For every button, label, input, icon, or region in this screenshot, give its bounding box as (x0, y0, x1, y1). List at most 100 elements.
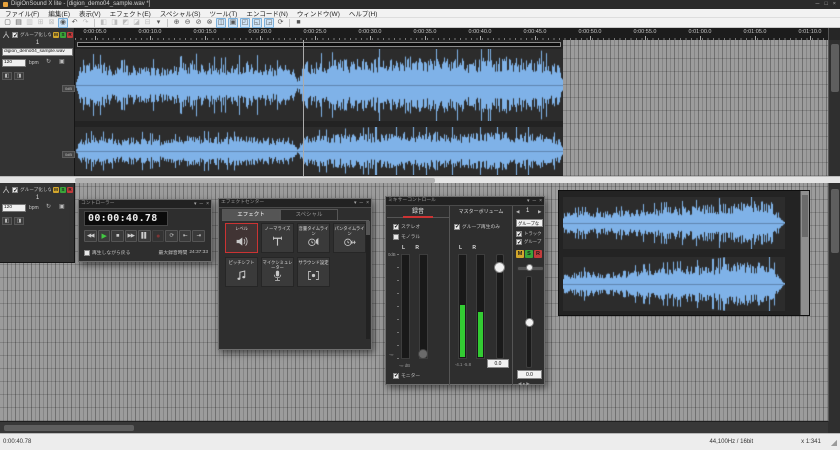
menu-item[interactable]: 表示(V) (79, 8, 101, 18)
group-play-checkbox[interactable] (454, 224, 460, 230)
bpm-detect-icon[interactable]: ▣ (59, 58, 65, 65)
follow-playback-checkbox[interactable] (84, 250, 90, 256)
channel-link-icon[interactable]: ◨ (14, 217, 24, 225)
horizontal-scrollbar-top[interactable] (0, 176, 840, 183)
record-arm-button[interactable]: R (534, 250, 542, 258)
menu-item[interactable]: ウィンドウ(W) (297, 8, 340, 18)
close-file-icon[interactable]: ⊠ (47, 18, 56, 27)
trim-icon[interactable]: ⊟ (143, 18, 152, 27)
bpm-detect-icon[interactable]: ▣ (59, 203, 65, 210)
stereo-checkbox[interactable] (393, 224, 399, 230)
panel-pin-icon[interactable]: ▾ (194, 200, 197, 208)
tool-menu-icon[interactable]: ▾ (154, 18, 163, 27)
bpm-refresh-icon[interactable]: ↻ (46, 58, 51, 65)
scrollbar-thumb[interactable] (366, 221, 370, 235)
effects-scrollbar[interactable] (366, 221, 370, 339)
selection-range-bar[interactable] (77, 42, 561, 47)
monitor-icon[interactable]: ■ (294, 18, 303, 27)
zoom-out-icon[interactable]: ⊖ (183, 18, 192, 27)
panel-close-icon[interactable]: × (366, 199, 369, 207)
mute-button[interactable]: M (53, 32, 59, 38)
record-level-knob[interactable] (418, 349, 428, 359)
solo-button[interactable]: S (60, 187, 66, 193)
track-tree-icon[interactable] (2, 186, 10, 194)
track1-vertical-scrollbar[interactable] (828, 40, 840, 176)
view-wave-icon[interactable]: ◫ (216, 18, 226, 28)
record-arm-button[interactable]: R (67, 32, 73, 38)
menu-item[interactable]: ファイル(F) (5, 8, 39, 18)
zoom-in-icon[interactable]: ⊕ (172, 18, 181, 27)
tab-special[interactable]: スペシャル (280, 209, 338, 220)
loop-button[interactable]: ⟳ (165, 230, 178, 242)
solo-button[interactable]: S (525, 250, 533, 258)
track1-right-waveform[interactable] (75, 127, 563, 175)
next-track-icon[interactable]: ▶ (538, 209, 541, 215)
strip-gain-field[interactable]: 0.0 (517, 370, 542, 379)
view-level-icon[interactable]: ▣ (228, 18, 238, 28)
redo-icon[interactable]: ↷ (81, 18, 90, 27)
go-start-button[interactable]: ⇤ (179, 230, 192, 242)
scrollbar-thumb[interactable] (831, 44, 839, 92)
strip-fader-knob[interactable] (525, 318, 534, 327)
effect-clockpan-button[interactable]: パンタイムライン (333, 223, 366, 253)
view-grid-icon[interactable]: ◲ (264, 18, 274, 28)
effect-clockvol-button[interactable]: 音量タイムライン (297, 223, 330, 253)
tab-effects[interactable]: エフェクト (222, 209, 280, 220)
track-view-checkbox[interactable] (516, 231, 522, 237)
track2-left-waveform[interactable] (563, 197, 785, 249)
bpm-field[interactable]: 120 (2, 59, 26, 67)
track2-scroll-strip[interactable] (800, 191, 809, 315)
transport-titlebar[interactable]: コントローラー ▾─× (79, 200, 211, 209)
view-pan-icon[interactable]: ◰ (240, 18, 250, 28)
scrollbar-thumb[interactable] (4, 425, 134, 431)
track-filename-field[interactable]: digion_demo04_sample.wav (2, 48, 73, 56)
menu-item[interactable]: スペシャル(S) (160, 8, 201, 18)
panel-close-icon[interactable]: × (206, 200, 209, 208)
effect-brackets-button[interactable]: サラウンド設定 (297, 257, 330, 287)
resize-grip[interactable]: ◢ (831, 438, 837, 447)
copy-icon[interactable]: ◨ (110, 18, 119, 27)
mono-checkbox[interactable] (393, 234, 399, 240)
group-preset-dropdown[interactable]: グループなし (516, 219, 543, 227)
prev-track-icon[interactable]: ◀ (516, 209, 519, 215)
save-icon[interactable]: ▥ (25, 18, 34, 27)
effects-titlebar[interactable]: エフェクトセンター ▾─× (219, 199, 371, 208)
rewind-button[interactable]: ◀◀ (84, 230, 97, 242)
undo-icon[interactable]: ↶ (70, 18, 79, 27)
panel-minimize-icon[interactable]: ─ (200, 200, 204, 208)
bpm-refresh-icon[interactable]: ↻ (46, 203, 51, 210)
track2-vertical-scrollbar[interactable] (828, 183, 840, 421)
group-checkbox[interactable] (12, 187, 18, 193)
pause-button[interactable]: ▌▌ (138, 230, 151, 242)
minimize-icon[interactable]: ─ (816, 0, 820, 9)
zoom-range-icon[interactable]: ⊗ (205, 18, 214, 27)
zoom-fit-icon[interactable]: ⊘ (194, 18, 203, 27)
track-tree-icon[interactable] (2, 31, 10, 39)
mute-button[interactable]: M (53, 187, 59, 193)
scrollbar-thumb[interactable] (802, 195, 808, 237)
panel-pin-icon[interactable]: ▾ (527, 197, 530, 205)
view-marker-icon[interactable]: ◱ (252, 18, 262, 28)
menu-item[interactable]: ヘルプ(H) (349, 8, 378, 18)
strip-nav-arrows[interactable]: ◀ ● ▶ (518, 381, 530, 387)
track2-right-waveform[interactable] (563, 257, 785, 311)
mute-button[interactable]: M (516, 250, 524, 258)
master-fader-knob[interactable] (494, 262, 505, 273)
horizontal-scrollbar-bottom[interactable] (0, 421, 828, 433)
channel-mode-icon[interactable]: ◧ (2, 217, 12, 225)
menu-item[interactable]: エンコード(N) (246, 8, 288, 18)
mixer-titlebar[interactable]: ミキサーコントロール ▾─× (386, 197, 544, 206)
record-button[interactable]: ● (152, 230, 165, 242)
playhead-cursor[interactable] (303, 40, 304, 176)
channel-mode-icon[interactable]: ◧ (2, 72, 12, 80)
save-all-icon[interactable]: ⊞ (36, 18, 45, 27)
bpm-field[interactable]: 120 (2, 204, 26, 212)
menu-item[interactable]: ツール(T) (210, 8, 238, 18)
forward-button[interactable]: ▶▶ (125, 230, 138, 242)
track1-left-waveform[interactable] (75, 49, 563, 121)
effect-tbar-button[interactable]: ノーマライズ (261, 223, 294, 253)
close-icon[interactable]: × (833, 0, 836, 9)
record-arm-button[interactable]: R (67, 187, 73, 193)
paste-icon[interactable]: ◩ (121, 18, 130, 27)
group-checkbox[interactable] (12, 32, 18, 38)
